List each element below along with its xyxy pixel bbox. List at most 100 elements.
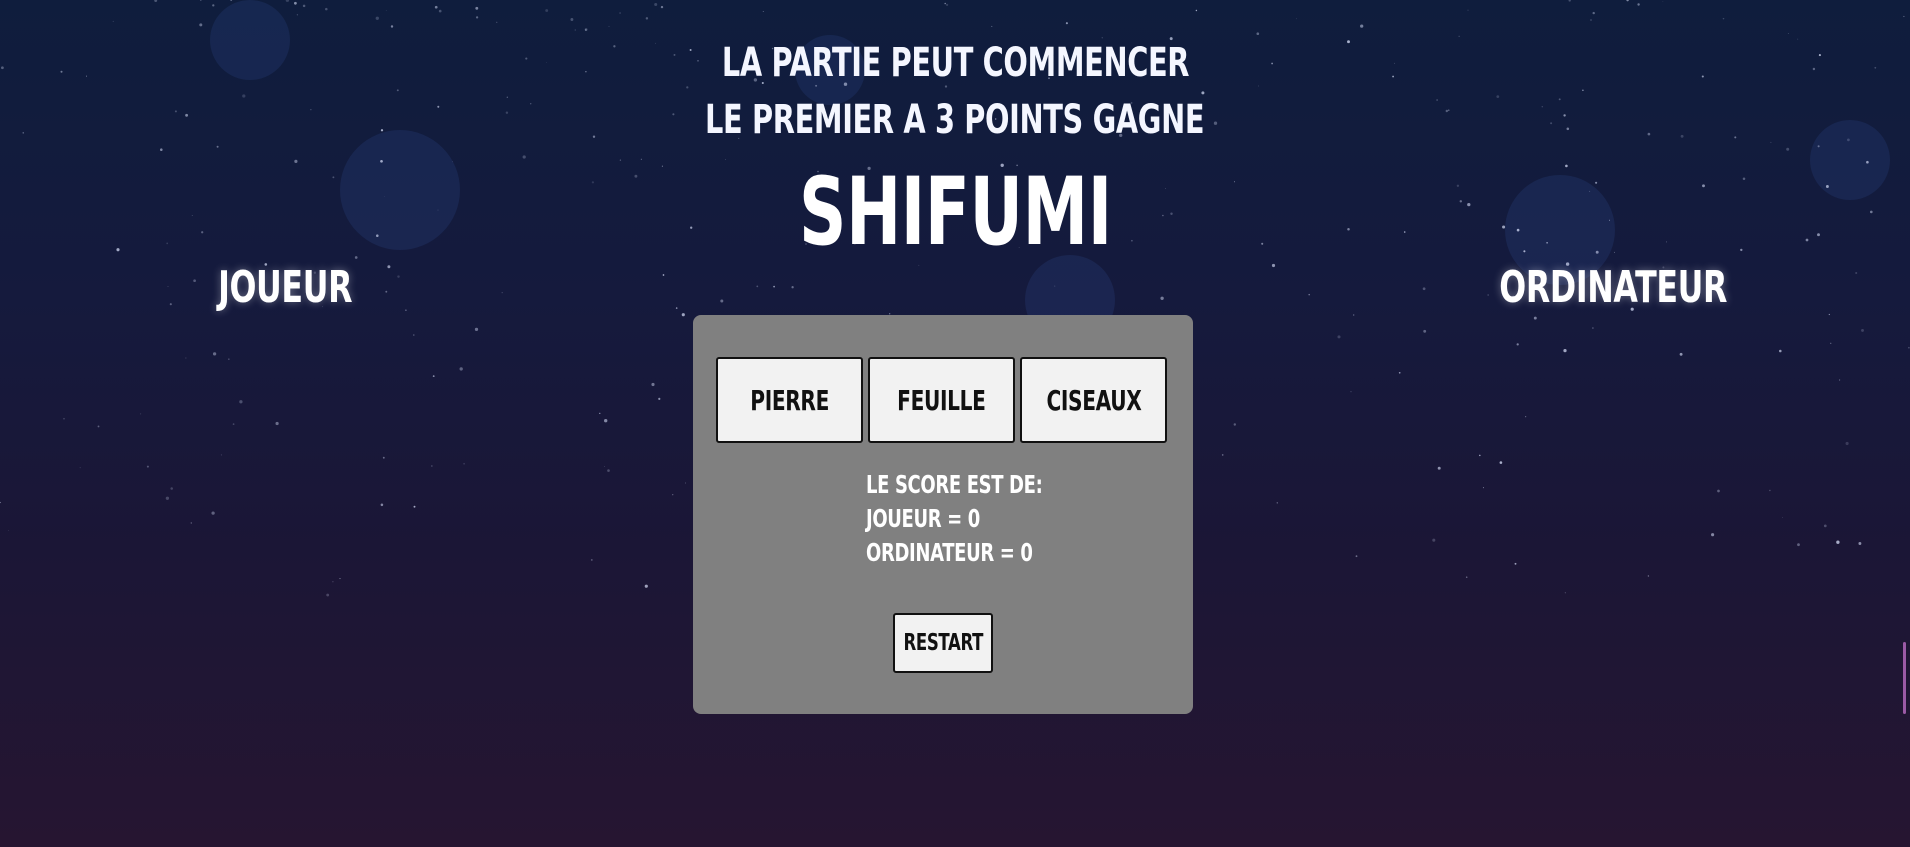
star [220,454,222,456]
star [200,0,202,1]
star [1563,348,1567,353]
star [211,511,215,515]
star [604,419,608,423]
star [438,9,442,13]
star [686,86,689,89]
star [1233,423,1237,426]
star [1350,390,1352,393]
star [1582,89,1584,91]
star [584,28,588,31]
star [1823,524,1827,528]
star [1787,33,1789,34]
star [1861,328,1864,332]
star [1499,461,1503,464]
paper-button[interactable]: FEUILLE [868,357,1015,443]
star [79,467,81,469]
player-score: JOUEUR = 0 [866,504,980,533]
star [375,16,379,20]
star [185,357,187,359]
star [1296,18,1298,20]
star [1465,576,1468,578]
star [1592,327,1594,329]
star [658,397,661,400]
star [644,584,648,588]
star [413,334,415,336]
star [1101,37,1103,39]
rock-button[interactable]: PIERRE [716,357,863,443]
star [285,0,290,2]
star [396,89,399,92]
star [675,307,678,309]
star [140,413,142,415]
star [8,530,9,531]
star [791,286,794,289]
star [1769,489,1771,492]
star [1782,517,1784,518]
star [1590,19,1592,21]
star [1845,441,1849,446]
star [651,382,655,387]
restart-button[interactable]: RESTART [893,613,993,673]
star [1276,502,1279,504]
star [1458,35,1460,37]
star [0,501,1,504]
star [1423,329,1427,333]
star [1479,454,1481,457]
star [1353,314,1355,316]
star [1626,0,1629,2]
star [1308,293,1310,296]
game-title: SHIFUMI [798,158,1112,267]
star [604,465,606,467]
star [1679,352,1683,356]
star [326,593,330,597]
star [619,12,622,14]
star [1355,555,1358,558]
computer-label: ORDINATEUR [1499,262,1728,313]
scrollbar-thumb[interactable] [1903,642,1906,714]
star [1533,316,1537,320]
star [545,9,549,12]
star [332,581,334,583]
star [1422,287,1426,291]
star [1516,343,1519,346]
star [475,16,479,19]
star [1637,3,1640,6]
star [570,18,574,21]
star [1514,562,1517,565]
star [390,25,394,28]
star [1711,533,1715,537]
star [672,494,674,496]
star [1201,91,1205,95]
star [590,558,593,561]
star [232,423,235,425]
star [275,421,279,426]
star [112,20,114,22]
star [1786,147,1790,151]
star [1717,489,1720,493]
star [607,469,610,472]
star [1160,296,1164,300]
star [294,1,297,5]
star [1797,543,1800,547]
star [1855,271,1858,275]
star [1839,379,1841,381]
star [382,456,385,459]
star [325,7,328,11]
star [501,291,503,294]
computer-score: ORDINATEUR = 0 [866,538,1033,567]
star [599,412,601,415]
scissors-button[interactable]: CISEAUX [1020,357,1167,443]
star [475,6,479,10]
star [1564,592,1566,594]
star [1398,371,1401,374]
star [296,14,299,16]
star [170,487,173,490]
star [645,17,649,20]
star [228,358,230,360]
star [1779,349,1782,353]
star [63,417,65,420]
star [1054,285,1056,287]
star [146,465,149,468]
star [230,0,233,1]
star [662,274,665,276]
